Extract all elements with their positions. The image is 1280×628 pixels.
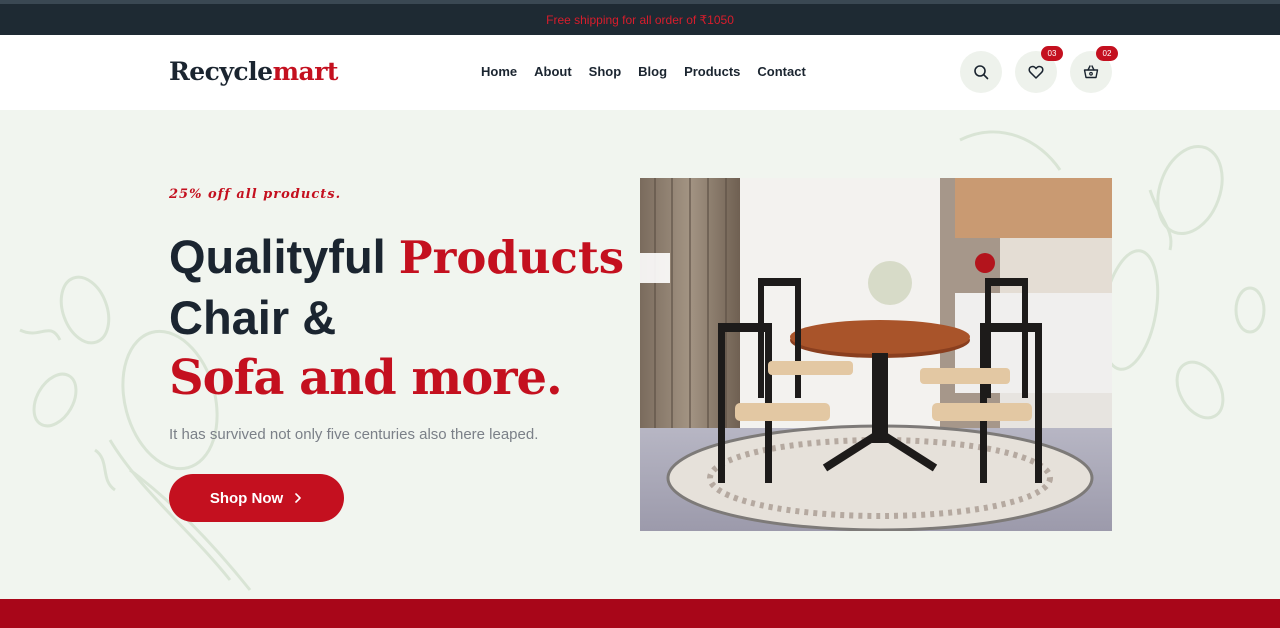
shop-now-label: Shop Now bbox=[209, 489, 284, 507]
hero-heading-line-2: Chair & bbox=[169, 291, 337, 344]
cart-count-badge: 02 bbox=[1096, 46, 1118, 61]
logo-part-2: mart bbox=[272, 57, 339, 86]
shop-now-button[interactable]: Shop Now bbox=[169, 474, 344, 522]
nav-home[interactable]: Home bbox=[481, 64, 517, 79]
hero-subtext: It has survived not only five centuries … bbox=[169, 426, 539, 443]
section-divider-band bbox=[0, 599, 1280, 628]
logo[interactable]: Recyclemart bbox=[169, 57, 338, 86]
promo-text: Free shipping for all order of ₹1050 bbox=[546, 12, 734, 27]
chevron-right-icon bbox=[295, 493, 301, 503]
search-button[interactable] bbox=[960, 51, 1002, 93]
hero-section: 25% off all products. Qualityful Product… bbox=[0, 110, 1280, 599]
nav-products[interactable]: Products bbox=[684, 64, 740, 79]
promo-bar: Free shipping for all order of ₹1050 bbox=[0, 0, 1280, 35]
dining-set-photo bbox=[640, 178, 1112, 531]
nav-contact[interactable]: Contact bbox=[757, 64, 805, 79]
hero-heading-line-3: Sofa and more. bbox=[169, 350, 563, 406]
hero-heading-red: Products bbox=[398, 231, 625, 284]
site-header: Recyclemart Home About Shop Blog Product… bbox=[0, 35, 1280, 110]
hero-product-image bbox=[640, 178, 1112, 531]
hero-tagline: 25% off all products. bbox=[169, 187, 342, 202]
cart-button[interactable]: 02 bbox=[1070, 46, 1118, 93]
hero-heading-line-1: Qualityful Products bbox=[169, 229, 624, 284]
logo-part-1: Recycle bbox=[169, 57, 273, 86]
hero-heading-dark: Qualityful bbox=[169, 230, 386, 283]
main-nav: Home About Shop Blog Products Contact bbox=[481, 64, 806, 79]
search-icon bbox=[974, 65, 989, 80]
wishlist-count-badge: 03 bbox=[1041, 46, 1063, 61]
wishlist-button[interactable]: 03 bbox=[1015, 46, 1063, 93]
nav-shop[interactable]: Shop bbox=[589, 64, 622, 79]
basket-icon bbox=[1083, 65, 1099, 79]
nav-about[interactable]: About bbox=[534, 64, 572, 79]
nav-blog[interactable]: Blog bbox=[638, 64, 667, 79]
heart-icon bbox=[1028, 65, 1044, 79]
